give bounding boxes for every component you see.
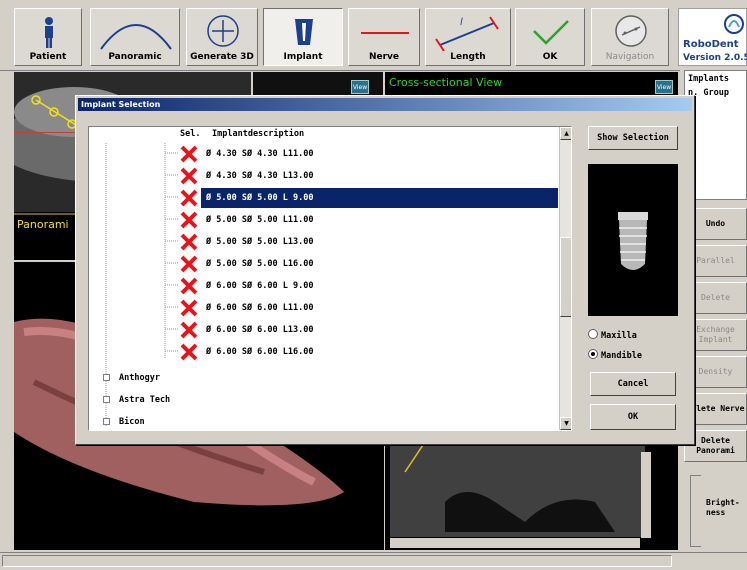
length-button[interactable]: l Length xyxy=(425,8,511,66)
implant-row[interactable]: Ø 6.00 SØ 6.00 L13.00 xyxy=(89,319,559,341)
x-mark-icon xyxy=(180,277,198,295)
implant-row[interactable]: Ø 5.00 SØ 5.00 L11.00 xyxy=(89,209,559,231)
implant-row[interactable]: Ø 6.00 SØ 6.00 L16.00 xyxy=(89,341,559,363)
brand-logo: RoboDent Version 2.0.5 xyxy=(678,8,747,66)
implant-row[interactable]: Ø 5.00 SØ 5.00 L16.00 xyxy=(89,253,559,275)
radio-circle-checked xyxy=(588,349,598,359)
robodent-logo-icon xyxy=(724,14,744,34)
column-description: Implantdescription xyxy=(212,129,305,139)
ok-button[interactable]: OK xyxy=(515,8,585,66)
ruler-line-icon: l xyxy=(426,11,510,52)
x-mark-icon xyxy=(180,255,198,273)
version-label: Version 2.0.5 xyxy=(683,53,747,63)
x-mark-icon xyxy=(180,321,198,339)
scroll-thumb[interactable] xyxy=(560,237,571,317)
tree-group-bicon[interactable]: Bicon xyxy=(89,411,389,430)
view-button-right[interactable]: View xyxy=(655,80,673,94)
panoramic-button[interactable]: Panoramic xyxy=(90,8,180,66)
navigation-button[interactable]: Navigation xyxy=(591,8,669,66)
svg-text:l: l xyxy=(460,17,463,28)
expand-icon[interactable] xyxy=(103,374,110,381)
status-bar xyxy=(0,552,747,570)
implant-tree[interactable]: Sel. Implantdescription Ø 4.30 SØ 4.30 L… xyxy=(88,126,572,431)
crosshair-circle-icon xyxy=(187,11,257,51)
cross-view-hscrollbar[interactable] xyxy=(390,538,640,548)
cross-sectional-label: Cross-sectional View xyxy=(389,76,503,89)
implant-preview-icon xyxy=(618,212,648,270)
tree-scrollbar[interactable]: ▲ ▼ xyxy=(559,127,571,430)
scroll-down-arrow-icon[interactable]: ▼ xyxy=(560,417,571,430)
red-line-icon xyxy=(349,11,419,51)
group-label: n. Group xyxy=(688,88,729,98)
toolbar: Patient Panoramic Generate 3D Implant Ne… xyxy=(0,0,747,71)
brightness-slider[interactable] xyxy=(690,475,701,547)
implant-row[interactable]: Ø 6.00 SØ 6.00 L 9.00 xyxy=(89,275,559,297)
x-mark-icon xyxy=(180,189,198,207)
implant-row[interactable]: Ø 4.30 SØ 4.30 L13.00 xyxy=(89,165,559,187)
status-panel xyxy=(2,555,672,567)
dialog-ok-button[interactable]: OK xyxy=(590,404,676,430)
implant-row[interactable]: Ø 4.30 SØ 4.30 L11.00 xyxy=(89,143,559,165)
x-mark-icon xyxy=(180,343,198,361)
cross-view-vscrollbar[interactable] xyxy=(641,452,651,538)
dialog-title: Implant Selection xyxy=(78,98,692,111)
implant-row-selected[interactable]: Ø 5.00 SØ 5.00 L 9.00 xyxy=(89,187,559,209)
nerve-button[interactable]: Nerve xyxy=(348,8,420,66)
implant-button[interactable]: Implant xyxy=(263,8,343,66)
implant-icon xyxy=(264,11,342,51)
mandible-radio[interactable]: Mandible xyxy=(588,349,642,361)
tree-group-anthogyr[interactable]: Anthogyr xyxy=(89,367,389,389)
cancel-button[interactable]: Cancel xyxy=(590,372,676,396)
maxilla-radio[interactable]: Maxilla xyxy=(588,329,637,341)
x-mark-icon xyxy=(180,145,198,163)
generate-3d-button[interactable]: Generate 3D xyxy=(186,8,258,66)
person-icon xyxy=(15,11,81,51)
scroll-up-arrow-icon[interactable]: ▲ xyxy=(560,127,571,140)
expand-icon[interactable] xyxy=(103,418,110,425)
expand-icon[interactable] xyxy=(103,396,110,403)
navigation-icon xyxy=(592,11,668,51)
checkmark-icon xyxy=(516,11,584,51)
brand-name: RoboDent xyxy=(683,39,739,50)
implant-selection-dialog: Implant Selection Sel. Implantdescriptio… xyxy=(75,95,695,445)
implant-preview xyxy=(588,164,678,316)
implant-row[interactable]: Ø 6.00 SØ 6.00 L11.00 xyxy=(89,297,559,319)
x-mark-icon xyxy=(180,233,198,251)
patient-button[interactable]: Patient xyxy=(14,8,82,66)
tree-group-astra-tech[interactable]: Astra Tech xyxy=(89,389,389,411)
x-mark-icon xyxy=(180,299,198,317)
implants-header: Implants xyxy=(688,74,729,84)
show-selection-button[interactable]: Show Selection xyxy=(588,126,678,150)
arch-curve-icon xyxy=(91,11,179,51)
panoramic-label: Panorami xyxy=(17,218,69,231)
x-mark-icon xyxy=(180,167,198,185)
implant-row[interactable]: Ø 5.00 SØ 5.00 L13.00 xyxy=(89,231,559,253)
x-mark-icon xyxy=(180,211,198,229)
view-button-left[interactable]: View xyxy=(351,80,369,94)
cross-section-image xyxy=(390,442,645,537)
radio-circle xyxy=(588,329,598,339)
brightness-label: Bright- ness xyxy=(706,498,740,517)
